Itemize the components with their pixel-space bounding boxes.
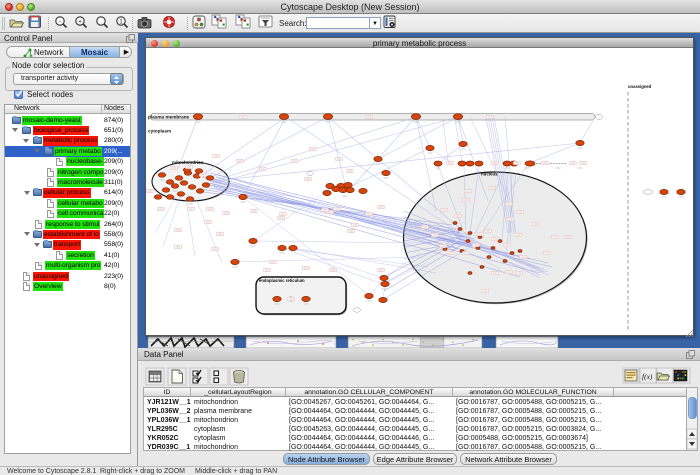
svg-text:nucleus: nucleus xyxy=(481,172,498,177)
svg-text:plasma membrane: plasma membrane xyxy=(148,115,190,120)
svg-text:-: - xyxy=(59,18,61,25)
svg-text:unassigned: unassigned xyxy=(628,84,652,89)
svg-text:f(x): f(x) xyxy=(642,372,653,381)
svg-text:cytoplasm: cytoplasm xyxy=(148,129,171,134)
svg-text:endoplasmic reticulum: endoplasmic reticulum xyxy=(259,278,305,283)
svg-text:+: + xyxy=(78,18,82,25)
svg-text:mitochondrion: mitochondrion xyxy=(172,160,204,165)
svg-text:1: 1 xyxy=(119,18,123,25)
